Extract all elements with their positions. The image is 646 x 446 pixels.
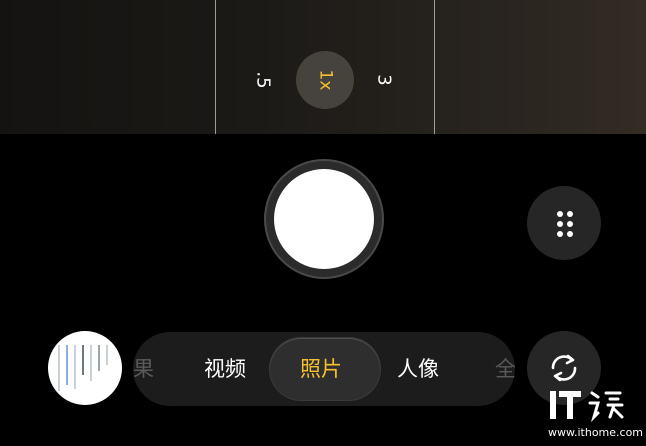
ithome-logo	[550, 391, 624, 423]
shutter-button[interactable]	[264, 159, 384, 279]
more-options-button[interactable]	[527, 186, 601, 260]
zoom-3x-button[interactable]: 3	[372, 60, 396, 100]
zoom-1x-button[interactable]: 1x	[296, 51, 354, 109]
mode-photo[interactable]: 照片	[300, 332, 342, 406]
mode-portrait[interactable]: 人像	[397, 332, 439, 406]
flip-camera-icon	[551, 354, 577, 382]
mode-prev-partial[interactable]: 果	[133, 332, 154, 406]
grid-line	[215, 0, 216, 134]
mode-video[interactable]: 视频	[204, 332, 246, 406]
shutter-inner	[274, 169, 374, 269]
mode-selector[interactable]: 果 视频 照片 人像 全	[133, 332, 515, 406]
viewfinder[interactable]: .5 1x 3	[0, 0, 646, 134]
grid-dots-icon	[555, 211, 575, 237]
camera-screen: .5 1x 3 果 视频 照片 人像 全 www.ithome.com	[0, 0, 646, 446]
mode-next-partial[interactable]: 全	[495, 332, 515, 406]
gallery-thumbnail[interactable]	[48, 331, 122, 405]
grid-line	[434, 0, 435, 134]
watermark-url: www.ithome.com	[548, 426, 644, 439]
zoom-0-5x-button[interactable]: .5	[248, 60, 278, 100]
